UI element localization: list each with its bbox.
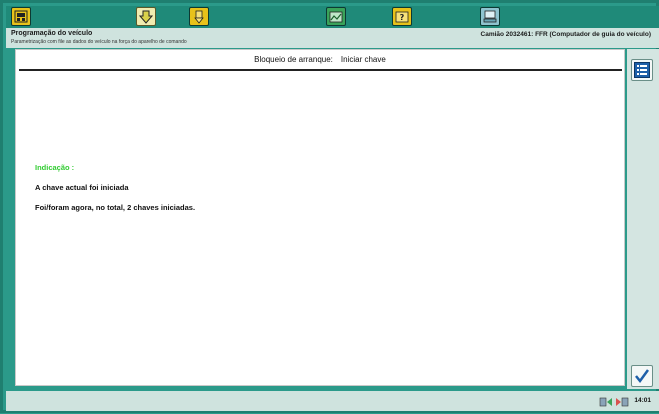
header-divider: [19, 69, 622, 71]
programming-button[interactable]: [136, 7, 156, 26]
info-button[interactable]: [189, 7, 209, 26]
info-icon: [194, 10, 204, 24]
vehicle-info: Camião 2032461: FFR (Computador de guia …: [480, 31, 651, 38]
info-bar: Programação do veículo Parametrização co…: [6, 28, 659, 48]
computer-icon: [483, 10, 497, 23]
graph-button[interactable]: [326, 7, 346, 26]
message-line-1: A chave actual foi iniciada: [35, 183, 129, 192]
computer-button[interactable]: [480, 7, 500, 26]
status-bar: 14:01: [6, 391, 659, 411]
content-header: Bloqueio de arranque: Iniciar chave: [16, 50, 624, 68]
graph-icon: [329, 11, 343, 22]
header-value: Iniciar chave: [340, 54, 386, 64]
list-icon: [634, 62, 650, 78]
main-toolbar: ?: [6, 6, 659, 28]
right-sidebar: [627, 49, 659, 389]
checkmark-icon: [635, 369, 650, 384]
confirm-button[interactable]: [631, 365, 653, 387]
application-window: ? Programação do veículo Parametrização …: [0, 0, 659, 413]
message-line-2: Foi/foram agora, no total, 2 chaves inic…: [35, 203, 196, 212]
content-panel: Bloqueio de arranque: Iniciar chave Indi…: [15, 49, 625, 386]
indication-label: Indicação :: [35, 163, 75, 172]
help-icon: ?: [395, 11, 409, 22]
vehicle-home-button[interactable]: [11, 7, 31, 26]
page-title: Programação do veículo: [11, 30, 93, 37]
download-arrow-icon: [139, 10, 153, 24]
connection-status-icon: [599, 393, 629, 409]
help-button[interactable]: ?: [392, 7, 412, 26]
list-button[interactable]: [631, 59, 653, 81]
vehicle-home-icon: [14, 10, 28, 23]
svg-text:?: ?: [400, 13, 405, 22]
page-subtitle: Parametrização com file as dados do veíc…: [11, 39, 187, 45]
status-time: 14:01: [634, 397, 651, 404]
header-label: Bloqueio de arranque:: [254, 54, 333, 64]
